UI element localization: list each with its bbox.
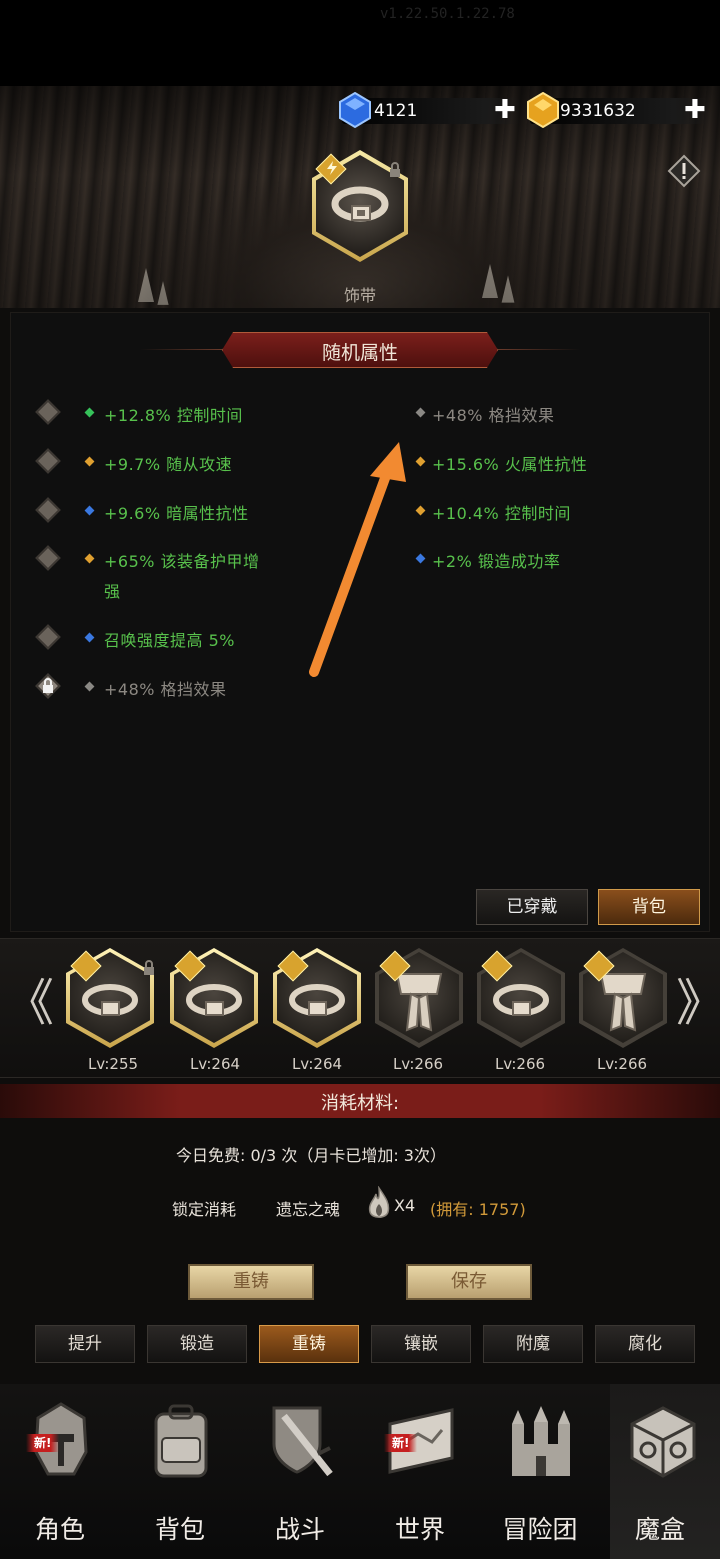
stat-left-3: +9.6% 暗属性抗性 [104,504,249,523]
stat-right-4: +2% 锻造成功率 [432,552,561,571]
materials-title: 消耗材料: [320,1093,400,1114]
nav-label-adventure-team[interactable]: 冒险团 [480,1510,600,1546]
backpack-icon[interactable] [146,1402,216,1482]
save-button[interactable]: 保存 [406,1264,532,1300]
reforge-button[interactable]: 重铸 [188,1264,314,1300]
nav-label-character[interactable]: 角色 [0,1510,120,1546]
equip-level: Lv:264 [189,1055,241,1073]
gold-currency-bar: 9331632 ✚ [527,92,710,128]
stat-left-5: 召唤强度提高 5% [104,631,235,650]
equip-level: Lv:255 [87,1055,139,1073]
belt-icon [331,186,389,222]
blue-gem-icon [339,92,371,128]
equip-level: Lv:266 [392,1055,444,1073]
tab-upgrade[interactable]: 提升 [35,1325,135,1363]
stat-right-2: +15.6% 火属性抗性 [432,455,588,474]
equip-level: Lv:264 [291,1055,343,1073]
bag-tab[interactable]: 背包 [598,889,700,925]
gem-count: 4121 [374,101,418,121]
gem-currency-bar: 4121 ✚ [339,92,520,128]
annotation-arrow [309,442,406,677]
belt-icon [82,984,138,1016]
equip-level: Lv:266 [494,1055,546,1073]
owned-count: (拥有: 1757) [430,1200,526,1219]
nav-label-magic-box[interactable]: 魔盒 [600,1510,720,1546]
stat-left-1: +12.8% 控制时间 [104,406,243,425]
new-badge: 新! [26,1434,60,1452]
top-bar: v1.22.50.1.22.78 [0,0,720,86]
lightning-icon [327,161,337,175]
nav-label-world[interactable]: 世界 [360,1510,480,1546]
soul-flame-icon [368,1186,390,1218]
prev-arrow-icon[interactable]: 《 [4,978,54,1028]
lock-item-name: 遗忘之魂 [276,1200,341,1219]
tab-reforge[interactable]: 重铸 [259,1325,359,1363]
tab-enchant[interactable]: 附魔 [483,1325,583,1363]
lock-qty: X4 [394,1196,416,1215]
stat-left-4: +65% 该装备护甲增 [104,552,260,571]
equip-level: Lv:266 [596,1055,648,1073]
item-name: 饰带 [343,286,376,305]
stat-left-2: +9.7% 随从攻速 [104,455,233,474]
banner-line-left [140,349,222,350]
nav-label-battle[interactable]: 战斗 [240,1510,360,1546]
gold-count: 9331632 [560,101,636,121]
stat-left-6: +48% 格挡效果 [104,680,227,699]
tab-forge[interactable]: 锻造 [147,1325,247,1363]
tab-corrupt[interactable]: 腐化 [595,1325,695,1363]
banner-line-right [498,349,580,350]
add-gems-button[interactable]: ✚ [494,97,516,123]
version-text: v1.22.50.1.22.78 [380,6,515,22]
magic-cube-icon[interactable] [626,1404,700,1480]
stat-right-3: +10.4% 控制时间 [432,504,571,523]
lock-cost-label: 锁定消耗 [172,1200,237,1219]
lock-icon [43,678,53,693]
belt-icon [186,984,242,1016]
section-title: 随机属性 [321,342,398,364]
free-today-text: 今日免费: 0/3 次（月卡已增加: 3次） [176,1146,446,1165]
belt-icon [289,984,345,1016]
lock-icon [390,162,400,177]
lock-icon [144,960,154,975]
nav-label-backpack[interactable]: 背包 [120,1510,240,1546]
tab-inlay[interactable]: 镶嵌 [371,1325,471,1363]
next-arrow-icon[interactable]: 》 [676,978,720,1028]
castle-icon[interactable] [504,1404,578,1480]
belt-icon [493,984,549,1016]
stat-left-4-wrap: 强 [104,582,121,601]
sword-shield-icon[interactable] [264,1400,338,1482]
gold-gem-icon [527,92,559,128]
new-badge: 新! [384,1434,418,1452]
info-warning-icon[interactable] [667,154,701,188]
stat-right-1: +48% 格挡效果 [432,406,555,425]
equipped-tab[interactable]: 已穿戴 [476,889,588,925]
add-gold-button[interactable]: ✚ [684,97,706,123]
